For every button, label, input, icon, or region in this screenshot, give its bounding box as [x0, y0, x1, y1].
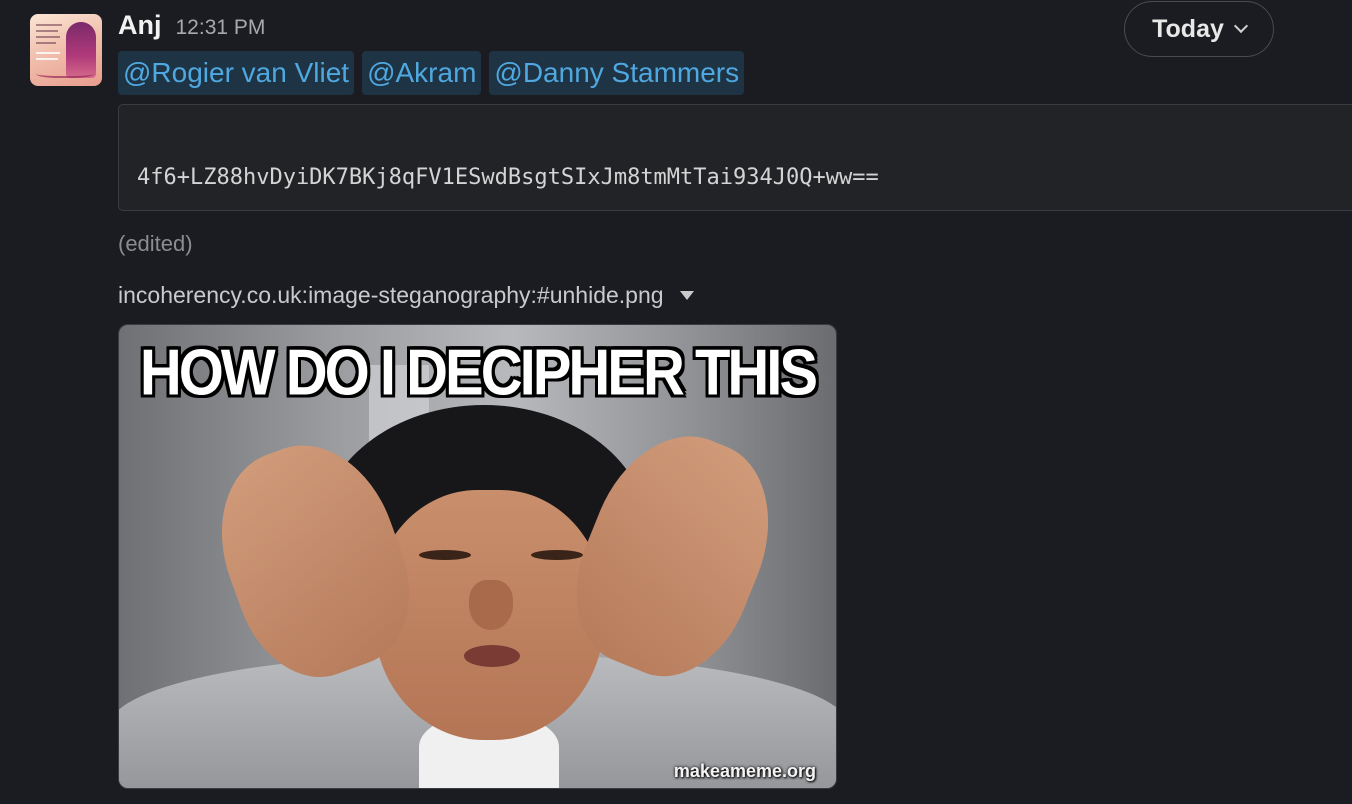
code-block: 4f6+LZ88hvDyiDK7BKj8qFV1ESwdBsgtSIxJm8tm…	[118, 104, 1352, 211]
avatar-text-line	[36, 24, 62, 26]
avatar-script	[36, 68, 94, 78]
date-divider-label: Today	[1152, 14, 1224, 43]
avatar-text-line	[36, 42, 56, 44]
date-divider-button[interactable]: Today	[1124, 1, 1274, 57]
avatar-text-line	[36, 30, 58, 32]
caret-down-icon[interactable]	[679, 291, 694, 300]
message-header: Anj 12:31 PM	[118, 10, 265, 41]
chevron-down-icon	[1233, 18, 1248, 34]
avatar-text-line	[36, 52, 60, 54]
message-timestamp[interactable]: 12:31 PM	[176, 16, 266, 40]
meme-eye-left	[419, 550, 471, 560]
avatar-text-line	[36, 36, 60, 38]
avatar-text-line	[36, 58, 58, 60]
author-avatar[interactable]	[30, 14, 102, 86]
meme-caption: HOW DO I DECIPHER THIS	[139, 336, 818, 409]
author-name[interactable]: Anj	[118, 10, 162, 41]
meme-watermark: makeameme.org	[673, 761, 816, 781]
mention-rogier[interactable]: @Rogier van Vliet	[118, 51, 355, 95]
attachment-image[interactable]: HOW DO I DECIPHER THIS makeameme.org	[118, 324, 837, 789]
mention-danny[interactable]: @Danny Stammers	[489, 51, 745, 95]
attachment-filename[interactable]: incoherency.co.uk:image-steganography:#u…	[118, 282, 664, 309]
meme-nose	[469, 580, 513, 630]
meme-eye-right	[531, 550, 583, 560]
meme-mouth	[464, 645, 520, 667]
attachment-header: incoherency.co.uk:image-steganography:#u…	[118, 282, 694, 309]
mention-list: @Rogier van Vliet @Akram @Danny Stammers	[118, 51, 745, 95]
edited-label: (edited)	[118, 231, 193, 256]
mention-akram[interactable]: @Akram	[362, 51, 482, 95]
code-text: 4f6+LZ88hvDyiDK7BKj8qFV1ESwdBsgtSIxJm8tm…	[137, 165, 879, 190]
